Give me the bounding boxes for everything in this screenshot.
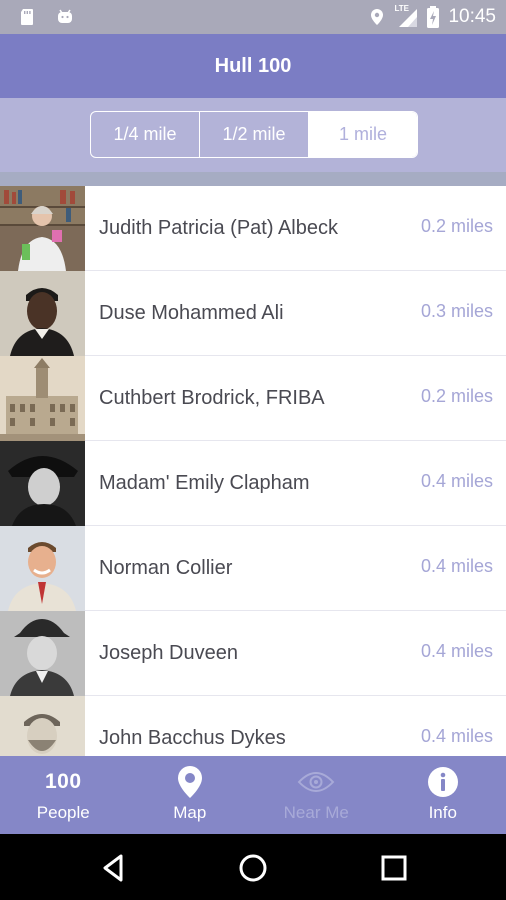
person-distance: 0.4 miles	[420, 471, 493, 491]
portrait-photo	[0, 525, 85, 611]
person-distance: 0.3 miles	[420, 301, 493, 321]
person-distance: 0.4 miles	[420, 556, 493, 576]
nav-near-me[interactable]: Near Me	[253, 756, 380, 834]
segment-one-mile[interactable]: 1 mile	[308, 112, 417, 157]
portrait-photo	[0, 186, 85, 271]
sd-card-icon	[21, 9, 33, 25]
person-distance: 0.4 miles	[420, 726, 493, 746]
bottom-navigation: 100 People Map Near Me Info	[0, 756, 506, 834]
portrait-photo	[0, 270, 85, 356]
portrait-photo	[0, 355, 85, 441]
android-icon	[58, 9, 72, 23]
page-title: Hull 100	[214, 54, 292, 77]
list-item[interactable]: Duse Mohammed Ali 0.3 miles	[0, 270, 506, 356]
person-distance: 0.4 miles	[420, 641, 493, 661]
list-item[interactable]: Madam' Emily Clapham 0.4 miles	[0, 440, 506, 526]
home-icon[interactable]	[236, 851, 270, 885]
person-distance: 0.2 miles	[420, 386, 493, 406]
app-screen: LTE 10:45 Hull 100 1/4 mile 1/2 mile 1 m…	[0, 0, 506, 900]
portrait-photo	[0, 610, 85, 696]
hundred-icon: 100	[44, 770, 82, 793]
list-item[interactable]: John Bacchus Dykes 0.4 miles	[0, 695, 506, 756]
system-navigation-bar	[0, 834, 506, 900]
people-list[interactable]: Judith Patricia (Pat) Albeck 0.2 miles D…	[0, 186, 506, 756]
segment-quarter-mile[interactable]: 1/4 mile	[91, 112, 199, 157]
distance-filter-bar: 1/4 mile 1/2 mile 1 mile	[0, 98, 506, 172]
info-icon	[427, 767, 458, 797]
signal-icon: LTE	[394, 4, 418, 28]
list-item[interactable]: Cuthbert Brodrick, FRIBA 0.2 miles	[0, 355, 506, 441]
nav-map-label: Map	[173, 803, 207, 822]
nav-info[interactable]: Info	[380, 756, 506, 834]
battery-icon	[427, 6, 440, 28]
portrait-photo	[0, 440, 85, 526]
eye-icon	[297, 772, 335, 792]
location-icon	[371, 9, 384, 25]
nav-near-me-label: Near Me	[283, 803, 349, 822]
nav-people-label: People	[36, 803, 90, 822]
status-bar: LTE 10:45	[0, 0, 506, 34]
clock: 10:45	[448, 6, 496, 27]
person-distance: 0.2 miles	[420, 216, 493, 236]
list-item[interactable]: Norman Collier 0.4 miles	[0, 525, 506, 611]
header-divider	[0, 172, 506, 186]
nav-people[interactable]: 100 People	[0, 756, 127, 834]
app-bar: Hull 100	[0, 34, 506, 98]
back-icon[interactable]	[97, 851, 131, 885]
distance-segmented-control: 1/4 mile 1/2 mile 1 mile	[90, 111, 418, 158]
nav-map[interactable]: Map	[127, 756, 254, 834]
list-item[interactable]: Joseph Duveen 0.4 miles	[0, 610, 506, 696]
map-pin-icon	[177, 766, 202, 798]
portrait-photo	[0, 695, 85, 756]
recents-icon[interactable]	[377, 851, 411, 885]
nav-info-label: Info	[428, 803, 457, 822]
list-item[interactable]: Judith Patricia (Pat) Albeck 0.2 miles	[0, 186, 506, 271]
segment-half-mile[interactable]: 1/2 mile	[199, 112, 308, 157]
